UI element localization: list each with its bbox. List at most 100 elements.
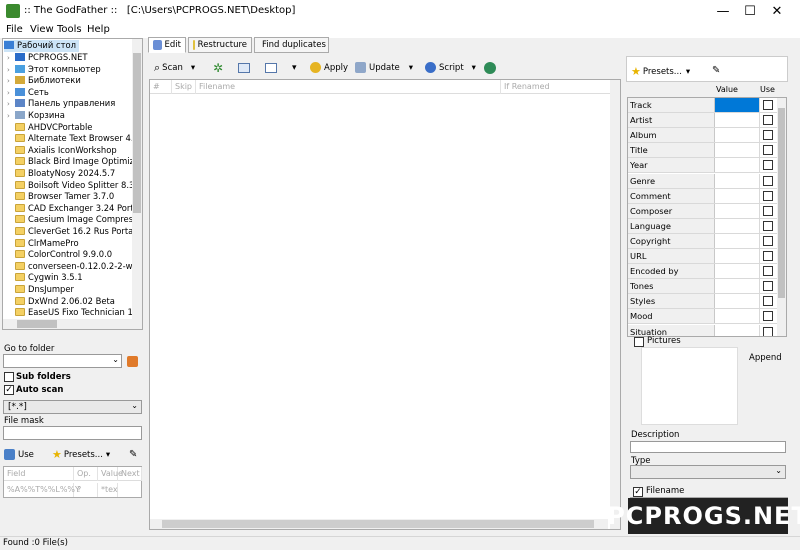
tag-use-checkbox[interactable] bbox=[763, 251, 773, 261]
tag-use-checkbox[interactable] bbox=[763, 175, 773, 186]
column-filename[interactable]: Filename bbox=[196, 80, 501, 94]
grid-view-icon[interactable] bbox=[238, 63, 250, 73]
column-skip[interactable]: Skip bbox=[172, 80, 196, 94]
use-button[interactable]: Use bbox=[4, 447, 34, 462]
condition-grid[interactable]: Field Op. Value Next %A%%T%%L%%Y ? *tex bbox=[3, 466, 142, 498]
file-list-hscroll-thumb[interactable] bbox=[162, 520, 594, 528]
window-icon[interactable] bbox=[265, 63, 277, 73]
tree-item[interactable]: › Этот компьютер bbox=[7, 64, 101, 76]
file-mask-combo[interactable]: [*.*] ⌄ bbox=[3, 400, 142, 414]
tree-item[interactable]: BloatyNosy 2024.5.7 bbox=[7, 168, 115, 180]
tag-value-cell[interactable] bbox=[715, 264, 760, 279]
description-input[interactable] bbox=[630, 441, 786, 453]
tree-item[interactable]: converseen-0.12.0.2-2-win3 bbox=[7, 261, 142, 273]
tag-value-cell[interactable] bbox=[715, 143, 760, 158]
grid-cell-op[interactable]: ? bbox=[74, 483, 98, 497]
tab-find-duplicates[interactable]: Find duplicates bbox=[254, 37, 329, 53]
tag-use-checkbox[interactable] bbox=[763, 326, 773, 336]
tag-use-checkbox[interactable] bbox=[763, 235, 773, 246]
tag-use-checkbox[interactable] bbox=[763, 190, 773, 201]
tag-use-checkbox[interactable] bbox=[763, 266, 773, 277]
tree-item[interactable]: ColorControl 9.9.0.0 bbox=[7, 249, 112, 261]
tab-restructure[interactable]: Restructure bbox=[188, 37, 252, 53]
scan-button[interactable]: ⌕ Scan ▾ bbox=[154, 60, 195, 75]
tag-use-checkbox[interactable] bbox=[763, 205, 773, 216]
close-button[interactable]: ✕ bbox=[754, 0, 800, 22]
tag-use-checkbox[interactable] bbox=[763, 145, 773, 156]
tag-value-cell[interactable] bbox=[715, 249, 760, 264]
grid-cell-field[interactable]: %A%%T%%L%%Y bbox=[4, 483, 80, 497]
folder-tree[interactable]: Рабочий стол › PCPROGS.NET › Этот компьютер… bbox=[2, 38, 143, 330]
filename-checkbox[interactable]: ✓ bbox=[633, 487, 643, 497]
tree-item[interactable]: › PCPROGS.NET bbox=[7, 52, 88, 64]
tag-use-checkbox[interactable] bbox=[763, 115, 773, 126]
column-number[interactable]: # bbox=[150, 80, 172, 94]
update-button[interactable]: Update ▾ bbox=[355, 60, 413, 75]
go-to-folder-combo[interactable]: ⌄ bbox=[3, 354, 122, 368]
dropdown-arrow-icon[interactable]: ▾ bbox=[292, 63, 297, 73]
script-button[interactable]: Script ▾ bbox=[425, 60, 476, 75]
tree-item[interactable]: Alternate Text Browser 4.23 bbox=[7, 133, 142, 145]
tree-item[interactable]: CleverGet 16.2 Rus Portable bbox=[7, 226, 142, 238]
tag-value-cell[interactable] bbox=[715, 218, 760, 233]
tag-value-cell[interactable] bbox=[715, 309, 760, 324]
tag-use-checkbox[interactable] bbox=[763, 311, 773, 322]
tag-value-cell[interactable] bbox=[715, 188, 760, 203]
type-combo[interactable]: ⌄ bbox=[630, 465, 786, 479]
tag-use-checkbox[interactable] bbox=[763, 160, 773, 171]
tag-value-cell[interactable] bbox=[715, 158, 760, 173]
tag-value-cell[interactable] bbox=[715, 279, 760, 294]
tag-presets-button[interactable]: ★ Presets... ▾ bbox=[631, 64, 690, 79]
menu-tools[interactable]: Tools bbox=[57, 24, 82, 35]
tag-grid-scroll-thumb[interactable] bbox=[778, 108, 785, 298]
tree-item[interactable]: Black Bird Image Optimizer 1 bbox=[7, 156, 142, 168]
tab-edit[interactable]: Edit bbox=[148, 37, 186, 53]
tag-editor-grid[interactable]: Track Artist Album Title Year Genre Comment Com… bbox=[627, 97, 787, 337]
tree-vertical-scrollbar[interactable] bbox=[132, 39, 142, 329]
column-if-renamed[interactable]: If Renamed bbox=[501, 80, 616, 94]
eraser-icon[interactable]: ✎ bbox=[712, 65, 720, 76]
tree-item[interactable]: CAD Exchanger 3.24 Portab bbox=[7, 203, 142, 215]
tag-use-checkbox[interactable] bbox=[763, 281, 773, 292]
tree-item[interactable]: Caesium Image Compressor bbox=[7, 214, 142, 226]
menu-help[interactable]: Help bbox=[87, 24, 110, 35]
tree-hscroll-thumb[interactable] bbox=[17, 320, 57, 328]
menu-view[interactable]: View bbox=[30, 24, 54, 35]
tree-item[interactable]: DnsJumper bbox=[7, 284, 74, 296]
auto-scan-checkbox[interactable]: ✓ bbox=[4, 385, 14, 395]
tag-value-cell[interactable] bbox=[715, 324, 760, 336]
sub-folders-checkbox[interactable] bbox=[4, 372, 14, 382]
browse-folder-icon[interactable] bbox=[127, 356, 138, 367]
left-presets-button[interactable]: ★ Presets... ▾ bbox=[52, 447, 110, 462]
tree-item[interactable]: › Сеть bbox=[7, 87, 49, 99]
tree-scroll-thumb[interactable] bbox=[133, 53, 141, 213]
grid-cell-value[interactable]: *tex bbox=[98, 483, 118, 497]
tree-item[interactable]: Browser Tamer 3.7.0 bbox=[7, 191, 114, 203]
tree-item[interactable]: › Корзина bbox=[7, 110, 65, 122]
tag-use-checkbox[interactable] bbox=[763, 130, 773, 141]
tree-item[interactable]: AHDVCPortable bbox=[7, 122, 92, 134]
menu-file[interactable]: File bbox=[6, 24, 23, 35]
tag-use-checkbox[interactable] bbox=[763, 100, 773, 110]
file-list-vscrollbar[interactable] bbox=[610, 80, 620, 529]
tag-value-cell[interactable] bbox=[715, 98, 760, 113]
tree-item[interactable]: ClrMamePro bbox=[7, 238, 79, 250]
tree-item[interactable]: DxWnd 2.06.02 Beta bbox=[7, 296, 115, 308]
tag-value-cell[interactable] bbox=[715, 173, 760, 188]
apply-button[interactable]: Apply bbox=[310, 60, 348, 75]
tree-root[interactable]: Рабочий стол bbox=[4, 40, 79, 52]
figure-icon[interactable]: ✲ bbox=[213, 62, 225, 74]
tag-use-checkbox[interactable] bbox=[763, 296, 773, 307]
tree-item[interactable]: › Панель управления bbox=[7, 98, 115, 110]
tree-item[interactable]: Cygwin 3.5.1 bbox=[7, 272, 83, 284]
tree-item[interactable]: Axialis IconWorkshop bbox=[7, 145, 117, 157]
file-list-hscrollbar[interactable] bbox=[150, 519, 608, 529]
append-label[interactable]: Append bbox=[749, 353, 782, 363]
pictures-checkbox[interactable] bbox=[634, 337, 644, 347]
tag-value-cell[interactable] bbox=[715, 128, 760, 143]
tag-value-cell[interactable] bbox=[715, 294, 760, 309]
tree-horizontal-scrollbar[interactable] bbox=[3, 319, 134, 329]
tag-use-checkbox[interactable] bbox=[763, 220, 773, 231]
tag-value-cell[interactable] bbox=[715, 113, 760, 128]
tag-value-cell[interactable] bbox=[715, 203, 760, 218]
